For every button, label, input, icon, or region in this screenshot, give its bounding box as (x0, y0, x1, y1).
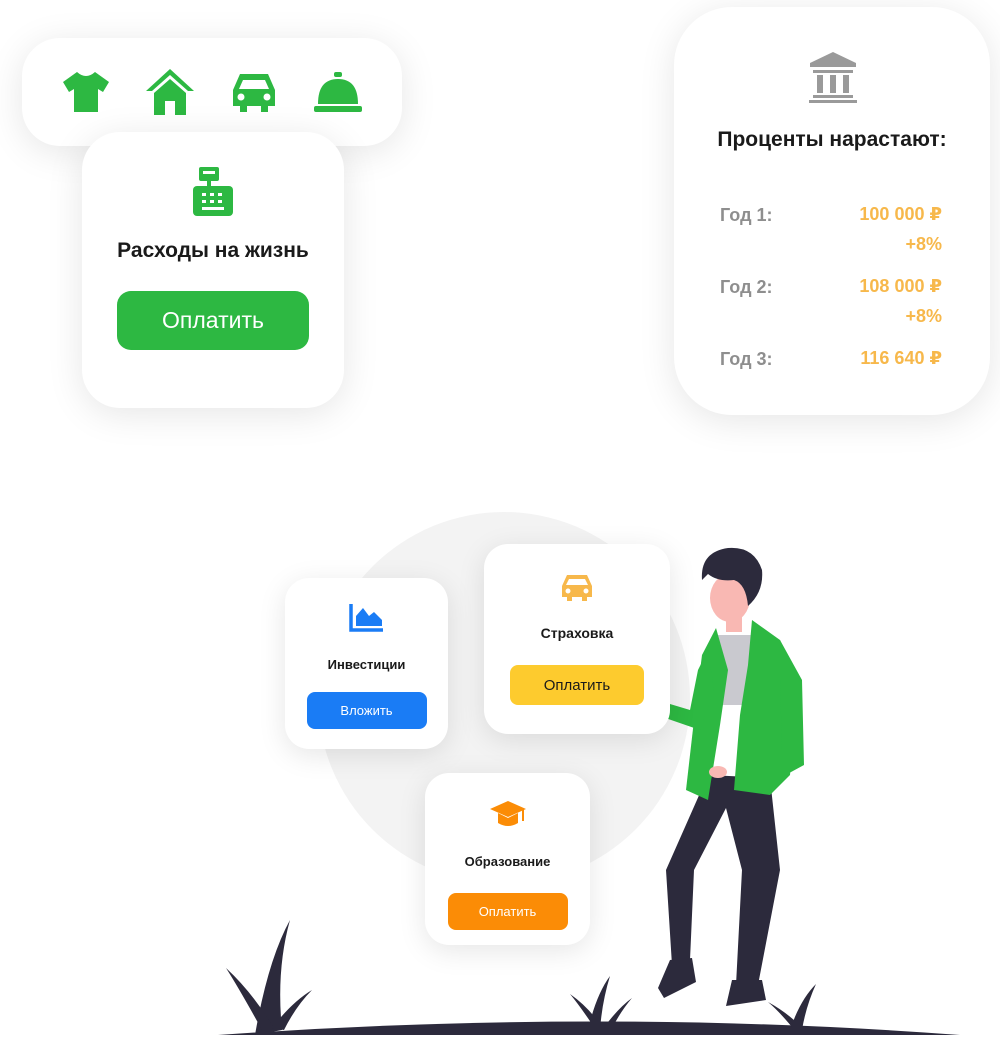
expenses-title: Расходы на жизнь (117, 239, 309, 262)
pay-education-button[interactable]: Оплатить (447, 893, 568, 930)
year-3-label: Год 3: (720, 349, 773, 369)
cash-register-icon (191, 166, 235, 223)
car-icon[interactable] (228, 66, 280, 118)
service-bell-icon[interactable] (312, 66, 364, 118)
year-3-value: 116 640 ₽ (860, 348, 942, 368)
education-title: Образование (464, 854, 551, 869)
investments-title: Инвестиции (327, 657, 406, 672)
car-icon (559, 572, 595, 607)
year-2-value: 108 000 ₽ +8% (859, 276, 942, 326)
living-expenses-card: Расходы на жизнь Оплатить (82, 132, 344, 408)
invest-button[interactable]: Вложить (306, 692, 427, 729)
area-chart-icon (348, 602, 385, 637)
insurance-card: Страховка Оплатить (484, 544, 670, 734)
education-card: Образование Оплатить (425, 773, 590, 945)
home-icon[interactable] (144, 66, 196, 118)
tshirt-icon[interactable] (60, 66, 112, 118)
graduation-cap-icon (489, 799, 527, 832)
pay-expenses-button[interactable]: Оплатить (117, 291, 309, 350)
year-2-label: Год 2: (720, 277, 773, 297)
insurance-title: Страховка (540, 625, 614, 641)
year-1-label: Год 1: (720, 205, 773, 225)
year-1-value: 100 000 ₽ +8% (859, 204, 942, 254)
pay-insurance-button[interactable]: Оплатить (510, 665, 644, 705)
interest-title: Проценты нарастают: (717, 128, 947, 151)
interest-card: Проценты нарастают: Год 1: 100 000 ₽ +8%… (674, 7, 990, 415)
investments-card: Инвестиции Вложить (285, 578, 448, 749)
bank-icon (808, 51, 858, 108)
category-icon-bar (22, 38, 402, 146)
